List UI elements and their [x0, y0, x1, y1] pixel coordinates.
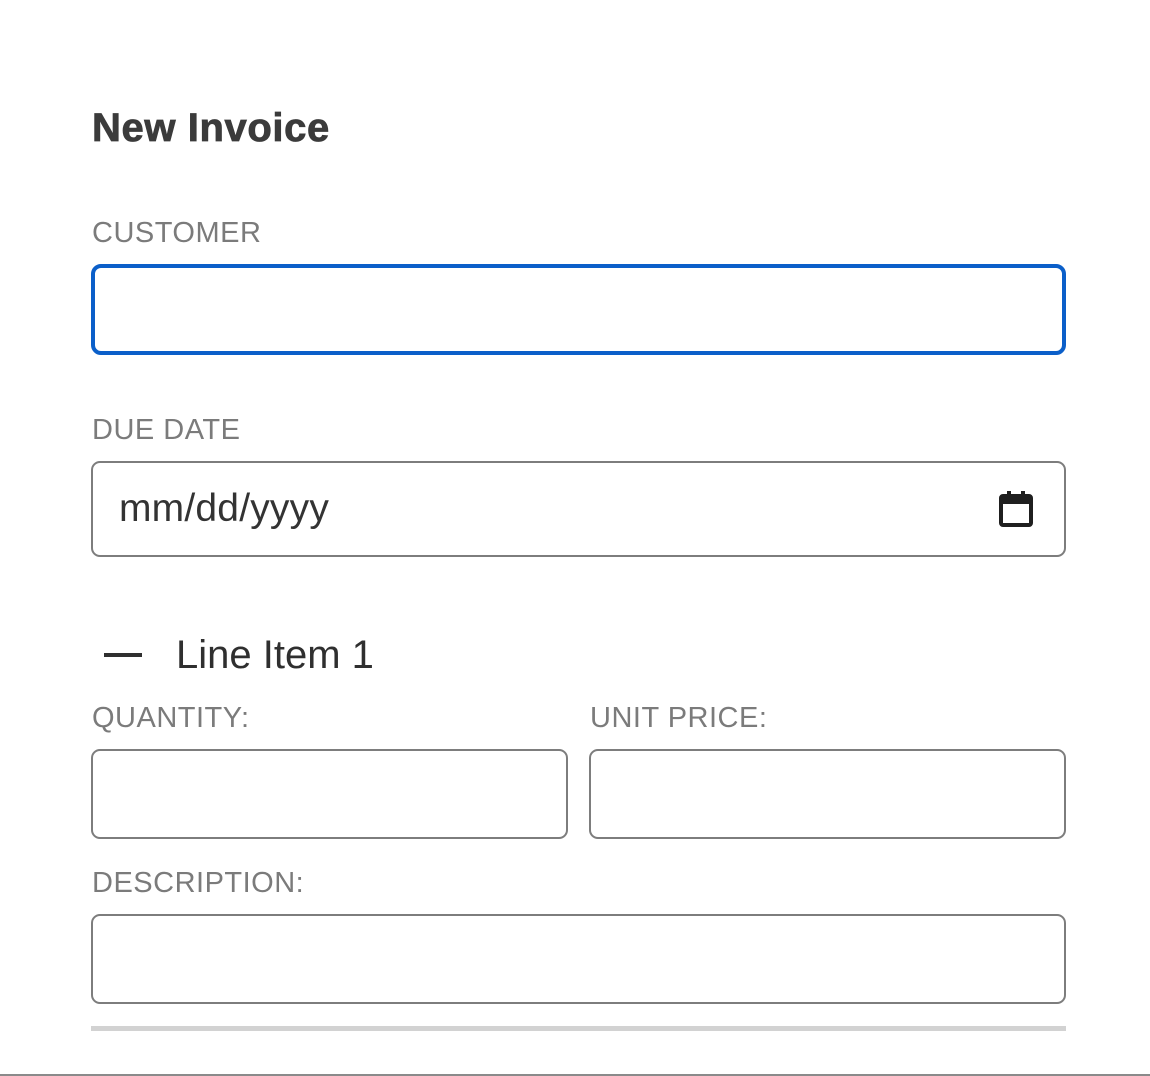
invoice-form: New Invoice CUSTOMER DUE DATE mm/dd/yyyy…	[0, 0, 1150, 1076]
line-item-header[interactable]: Line Item 1	[104, 628, 374, 682]
description-label: DESCRIPTION:	[92, 867, 305, 899]
line-item-title: Line Item 1	[176, 633, 374, 677]
due-date-placeholder: mm/dd/yyyy	[119, 487, 330, 530]
unit-price-input[interactable]	[589, 749, 1066, 839]
unit-price-label: UNIT PRICE:	[590, 702, 768, 734]
calendar-icon[interactable]	[998, 490, 1034, 528]
minus-icon[interactable]	[104, 653, 142, 657]
customer-input[interactable]	[91, 264, 1066, 355]
due-date-label: DUE DATE	[92, 414, 241, 446]
section-divider	[91, 1026, 1066, 1031]
quantity-label: QUANTITY:	[92, 702, 250, 734]
due-date-input[interactable]: mm/dd/yyyy	[91, 461, 1066, 557]
description-input[interactable]	[91, 914, 1066, 1004]
page-title: New Invoice	[92, 106, 330, 151]
customer-label: CUSTOMER	[92, 217, 262, 249]
quantity-input[interactable]	[91, 749, 568, 839]
